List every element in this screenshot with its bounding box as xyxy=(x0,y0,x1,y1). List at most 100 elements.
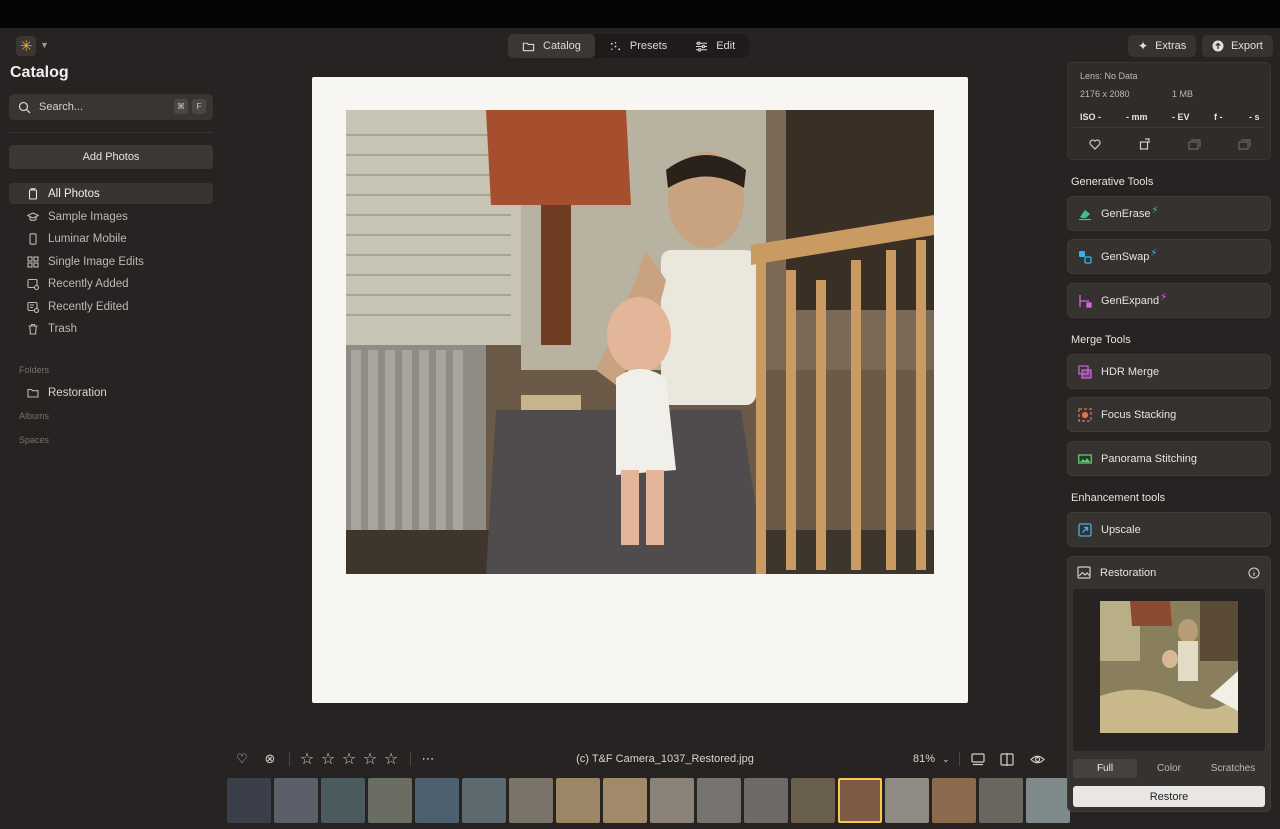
filmstrip-thumbnail[interactable] xyxy=(650,778,694,823)
more-options-icon[interactable]: ⋯ xyxy=(420,751,436,767)
sidebar-item-label: Single Image Edits xyxy=(48,255,144,268)
exposure-value: - EV xyxy=(1172,112,1190,122)
divider xyxy=(410,752,411,766)
trash-icon xyxy=(28,323,38,335)
focus-icon xyxy=(1078,407,1092,422)
sidebar-item-recently-edited[interactable]: Recently Edited xyxy=(9,296,213,317)
compare-icon[interactable] xyxy=(999,751,1015,767)
focus-stacking-button[interactable]: Focus Stacking xyxy=(1067,397,1271,432)
filmstrip-thumbnail[interactable] xyxy=(1026,778,1070,823)
tab-edit[interactable]: Edit xyxy=(681,34,749,58)
iso-value: ISO - xyxy=(1080,112,1102,122)
eraser-icon xyxy=(1079,209,1091,220)
image-edit-icon xyxy=(27,301,39,313)
focal-length-value: - mm xyxy=(1126,112,1148,122)
merge-tools-heading: Merge Tools xyxy=(1071,334,1131,346)
sidebar-item-label: Sample Images xyxy=(48,210,128,223)
rotate-icon[interactable] xyxy=(1137,136,1153,152)
filmstrip-thumbnail[interactable] xyxy=(744,778,788,823)
filmstrip-thumbnail[interactable] xyxy=(415,778,459,823)
filmstrip-toggle-icon[interactable] xyxy=(970,751,986,767)
sidebar-item-label: Trash xyxy=(48,322,77,335)
filmstrip-thumbnail[interactable] xyxy=(368,778,412,823)
tab-label: Edit xyxy=(716,40,736,52)
hdr-merge-button[interactable]: HDR Merge xyxy=(1067,354,1271,389)
star-icon[interactable]: ☆ xyxy=(320,751,336,768)
shortcut-key: F xyxy=(192,99,206,114)
photo-preview[interactable] xyxy=(312,77,968,703)
tool-label: Upscale xyxy=(1101,523,1141,536)
panorama-icon xyxy=(1078,453,1092,464)
search-input[interactable]: Search... ⌘ F xyxy=(9,94,213,120)
generase-button[interactable]: GenErase ⚡ xyxy=(1067,196,1271,231)
star-icon[interactable]: ☆ xyxy=(362,751,378,768)
search-placeholder: Search... xyxy=(39,101,84,113)
tab-presets[interactable]: Presets xyxy=(595,34,681,58)
hdr-icon xyxy=(1078,364,1092,379)
sidebar-item-trash[interactable]: Trash xyxy=(9,318,213,339)
sidebar-item-label: Restoration xyxy=(48,386,107,399)
chevron-down-icon: ⌄ xyxy=(942,754,950,764)
favorite-heart-icon[interactable] xyxy=(1087,136,1103,152)
genswap-button[interactable]: GenSwap ⚡ xyxy=(1067,239,1271,274)
filmstrip-thumbnail[interactable] xyxy=(227,778,271,823)
info-icon[interactable] xyxy=(1246,565,1262,581)
sidebar-item-luminar-mobile[interactable]: Luminar Mobile xyxy=(9,228,213,249)
app-logo-icon[interactable]: ✳ xyxy=(16,36,36,56)
mode-color[interactable]: Color xyxy=(1137,759,1201,778)
extras-label: Extras xyxy=(1155,40,1187,52)
tab-catalog[interactable]: Catalog xyxy=(508,34,595,58)
filmstrip-thumbnail[interactable] xyxy=(321,778,365,823)
star-icon[interactable]: ☆ xyxy=(341,751,357,768)
sidebar-item-single-image-edits[interactable]: Single Image Edits xyxy=(9,251,213,272)
restoration-title: Restoration xyxy=(1100,566,1157,579)
upscale-button[interactable]: Upscale xyxy=(1067,512,1271,547)
filmstrip-thumbnail[interactable] xyxy=(791,778,835,823)
filmstrip-thumbnail[interactable] xyxy=(556,778,600,823)
sidebar-item-sample-images[interactable]: Sample Images xyxy=(9,206,213,227)
photos-icon xyxy=(28,187,38,200)
mode-scratches[interactable]: Scratches xyxy=(1201,759,1265,778)
favorite-heart-icon[interactable]: ♡ xyxy=(234,751,250,767)
filmstrip-thumbnail[interactable] xyxy=(603,778,647,823)
star-icon[interactable]: ☆ xyxy=(299,751,315,768)
shortcut-cmd: ⌘ xyxy=(174,99,188,114)
page-title: Catalog xyxy=(10,64,69,81)
upscale-icon xyxy=(1078,522,1092,537)
restore-button[interactable]: Restore xyxy=(1073,786,1265,807)
image-restore-icon xyxy=(1077,566,1091,579)
filmstrip-thumbnail[interactable] xyxy=(885,778,929,823)
star-icon[interactable]: ☆ xyxy=(383,751,399,768)
filmstrip-thumbnail[interactable] xyxy=(697,778,741,823)
panorama-stitching-button[interactable]: Panorama Stitching xyxy=(1067,441,1271,476)
filmstrip-thumbnail[interactable] xyxy=(274,778,318,823)
grid-icon xyxy=(27,255,39,268)
chevron-down-icon[interactable]: ▼ xyxy=(40,40,49,50)
tool-label: HDR Merge xyxy=(1101,365,1160,378)
stack-icon[interactable] xyxy=(1236,136,1252,152)
export-button[interactable]: Export xyxy=(1202,35,1273,57)
eye-icon[interactable] xyxy=(1029,751,1045,767)
mode-full[interactable]: Full xyxy=(1073,759,1137,778)
zoom-level[interactable]: 81% ⌄ xyxy=(913,753,950,765)
filmstrip-thumbnail[interactable] xyxy=(932,778,976,823)
filmstrip-thumbnail[interactable] xyxy=(509,778,553,823)
restoration-header[interactable]: Restoration xyxy=(1077,566,1156,579)
sidebar-item-restoration-folder[interactable]: Restoration xyxy=(9,382,213,403)
lightning-icon: ⚡ xyxy=(1151,205,1159,216)
image-plus-icon xyxy=(27,278,39,290)
extras-button[interactable]: ✦ Extras xyxy=(1128,35,1197,57)
main-photo xyxy=(346,110,934,574)
tool-label: GenErase xyxy=(1101,207,1151,220)
sidebar-item-recently-added[interactable]: Recently Added xyxy=(9,273,213,294)
filmstrip-thumbnail[interactable] xyxy=(462,778,506,823)
sidebar-item-label: Recently Added xyxy=(48,277,129,290)
genexpand-button[interactable]: GenExpand ⚡ xyxy=(1067,283,1271,318)
filmstrip-thumbnail[interactable] xyxy=(838,778,882,823)
mode-tabs: Catalog Presets Edit xyxy=(508,34,750,58)
reject-icon[interactable]: ⊗ xyxy=(262,751,278,767)
filmstrip-thumbnail[interactable] xyxy=(979,778,1023,823)
sidebar-item-all-photos[interactable]: All Photos xyxy=(9,183,213,204)
copy-icon[interactable] xyxy=(1186,136,1202,152)
add-photos-button[interactable]: Add Photos xyxy=(9,145,213,169)
